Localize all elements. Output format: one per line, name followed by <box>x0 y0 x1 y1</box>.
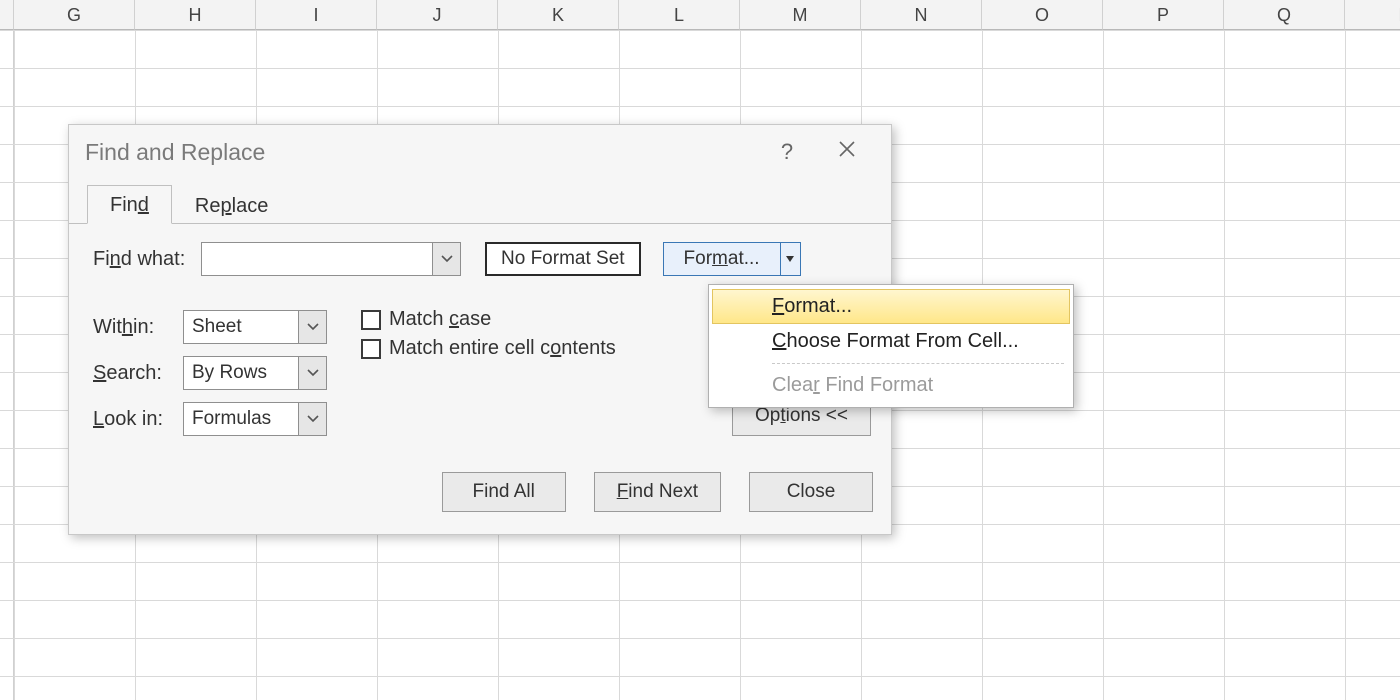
column-header[interactable]: O <box>982 0 1103 30</box>
checkbox-label: Match entire cell contents <box>389 337 616 360</box>
dialog-title: Find and Replace <box>85 139 757 166</box>
within-value: Sheet <box>183 310 299 344</box>
column-header[interactable]: L <box>619 0 740 30</box>
within-label: Within: <box>93 316 183 339</box>
checkbox-label: Match case <box>389 308 491 331</box>
column-header[interactable]: I <box>256 0 377 30</box>
tab-label: Replace <box>195 195 268 217</box>
find-what-text[interactable] <box>201 242 433 276</box>
menu-item-clear-find-format: Clear Find Format <box>712 368 1070 403</box>
lookin-value: Formulas <box>183 402 299 436</box>
column-header-stub <box>0 0 14 30</box>
checkbox-box[interactable] <box>361 339 381 359</box>
match-entire-checkbox[interactable]: Match entire cell contents <box>361 337 616 360</box>
find-what-label: Find what: <box>93 248 201 271</box>
format-preview: No Format Set <box>485 242 641 276</box>
search-select[interactable]: By Rows <box>183 356 327 390</box>
within-select[interactable]: Sheet <box>183 310 327 344</box>
help-button[interactable]: ? <box>757 132 817 172</box>
column-header[interactable]: H <box>135 0 256 30</box>
column-header[interactable]: K <box>498 0 619 30</box>
dialog-titlebar[interactable]: Find and Replace ? <box>69 125 891 179</box>
column-header[interactable]: J <box>377 0 498 30</box>
format-dropdown-menu: Format... Choose Format From Cell... Cle… <box>708 284 1074 408</box>
find-all-button[interactable]: Find All <box>442 472 566 512</box>
format-split-button[interactable]: Format... <box>663 242 801 276</box>
chevron-down-icon[interactable] <box>299 310 327 344</box>
menu-item-format[interactable]: Format... <box>712 289 1070 324</box>
chevron-down-icon[interactable] <box>299 402 327 436</box>
lookin-label: Look in: <box>93 408 183 431</box>
menu-separator <box>772 363 1064 364</box>
column-header[interactable]: Q <box>1224 0 1345 30</box>
search-value: By Rows <box>183 356 299 390</box>
close-button[interactable]: Close <box>749 472 873 512</box>
column-header[interactable]: G <box>14 0 135 30</box>
dialog-footer: Find All Find Next Close <box>69 452 891 534</box>
format-button-main[interactable]: Format... <box>664 243 780 275</box>
menu-item-choose-from-cell[interactable]: Choose Format From Cell... <box>712 324 1070 359</box>
column-header[interactable]: R <box>1345 0 1400 30</box>
find-next-button[interactable]: Find Next <box>594 472 721 512</box>
lookin-select[interactable]: Formulas <box>183 402 327 436</box>
tab-strip: Find Replace <box>69 179 891 224</box>
match-case-checkbox[interactable]: Match case <box>361 308 616 331</box>
column-header[interactable]: M <box>740 0 861 30</box>
close-icon[interactable] <box>817 132 877 172</box>
search-label: Search: <box>93 362 183 385</box>
format-button-dropdown[interactable] <box>780 243 800 275</box>
tab-replace[interactable]: Replace <box>172 186 291 224</box>
column-header[interactable]: P <box>1103 0 1224 30</box>
column-header-row: G H I J K L M N O P Q R <box>0 0 1400 30</box>
find-what-input[interactable] <box>201 242 461 276</box>
checkbox-box[interactable] <box>361 310 381 330</box>
tab-find[interactable]: Find <box>87 185 172 224</box>
chevron-down-icon[interactable] <box>299 356 327 390</box>
column-header[interactable]: N <box>861 0 982 30</box>
chevron-down-icon[interactable] <box>433 242 461 276</box>
tab-label: Find <box>110 194 149 216</box>
